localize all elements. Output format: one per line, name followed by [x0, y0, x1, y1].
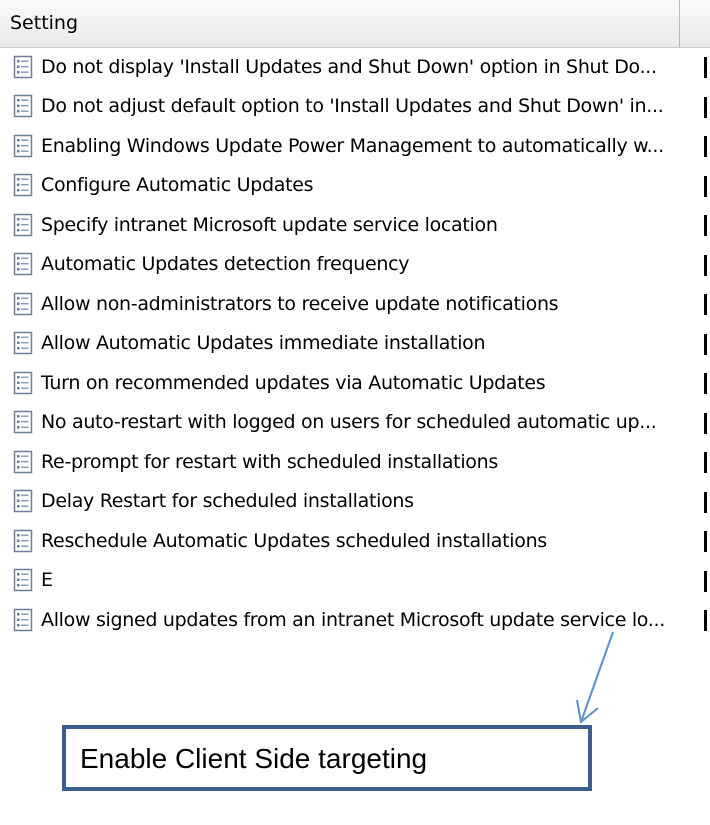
table-row[interactable]: Allow Automatic Updates immediate instal…: [0, 324, 710, 364]
table-row[interactable]: Enabling Windows Update Power Management…: [0, 126, 710, 166]
state-cell: [704, 452, 707, 473]
table-row[interactable]: No auto-restart with logged on users for…: [0, 403, 710, 443]
setting-label: Re-prompt for restart with scheduled ins…: [41, 450, 498, 473]
policy-setting-icon: [13, 174, 33, 197]
state-cell: [704, 215, 707, 236]
setting-label: Allow non-administrators to receive upda…: [41, 292, 559, 315]
setting-label: Turn on recommended updates via Automati…: [41, 371, 546, 394]
setting-label: Do not adjust default option to 'Install…: [41, 95, 664, 118]
table-row[interactable]: Configure Automatic Updates: [0, 166, 710, 206]
state-cell: [704, 175, 707, 197]
setting-label: Do not display 'Install Updates and Shut…: [41, 55, 657, 78]
policy-setting-icon: [13, 371, 33, 394]
policy-setting-icon: [13, 292, 33, 315]
policy-setting-icon: [13, 332, 33, 355]
table-row[interactable]: Do not adjust default option to 'Install…: [0, 87, 710, 127]
setting-label: No auto-restart with logged on users for…: [41, 411, 657, 434]
state-cell: [704, 373, 707, 394]
setting-label: Allow Automatic Updates immediate instal…: [41, 332, 486, 355]
table-row[interactable]: Allow signed updates from an intranet Mi…: [0, 600, 710, 640]
setting-label: Specify intranet Microsoft update servic…: [41, 213, 498, 236]
policy-setting-icon: [13, 95, 33, 118]
settings-list: Do not display 'Install Updates and Shut…: [0, 47, 710, 640]
state-cell: [704, 531, 707, 552]
table-row[interactable]: Re-prompt for restart with scheduled ins…: [0, 442, 710, 482]
policy-setting-icon: [13, 450, 33, 473]
state-cell: [704, 96, 707, 118]
table-row[interactable]: Do not display 'Install Updates and Shut…: [0, 47, 710, 87]
table-row[interactable]: Automatic Updates detection frequency: [0, 245, 710, 285]
policy-setting-icon: [13, 608, 33, 631]
policy-setting-icon: [13, 253, 33, 276]
setting-label: Configure Automatic Updates: [41, 174, 314, 197]
setting-label: E: [41, 569, 53, 592]
policy-setting-icon: [13, 411, 33, 434]
setting-label: Allow signed updates from an intranet Mi…: [41, 608, 666, 631]
setting-label: Automatic Updates detection frequency: [41, 253, 410, 276]
table-row[interactable]: Reschedule Automatic Updates scheduled i…: [0, 521, 710, 561]
state-cell: [704, 491, 707, 513]
policy-setting-icon: [13, 134, 33, 157]
table-row[interactable]: E: [0, 561, 710, 601]
column-header-state[interactable]: [680, 0, 710, 47]
state-cell: [704, 294, 707, 315]
table-row[interactable]: Allow non-administrators to receive upda…: [0, 284, 710, 324]
state-cell: [704, 610, 707, 631]
table-row[interactable]: Turn on recommended updates via Automati…: [0, 363, 710, 403]
state-cell: [704, 57, 707, 78]
policy-setting-icon: [13, 213, 33, 236]
setting-label: Reschedule Automatic Updates scheduled i…: [41, 529, 547, 552]
state-cell: [704, 570, 707, 592]
policy-setting-icon: [13, 569, 33, 592]
table-row[interactable]: Specify intranet Microsoft update servic…: [0, 205, 710, 245]
setting-label: Delay Restart for scheduled installation…: [41, 490, 414, 513]
table-row[interactable]: Delay Restart for scheduled installation…: [0, 482, 710, 522]
callout-text: Enable Client Side targeting: [80, 743, 428, 774]
column-header-bar: Setting: [0, 0, 710, 48]
state-cell: [704, 136, 707, 157]
callout-box: Enable Client Side targeting: [62, 725, 592, 791]
state-cell: [704, 254, 707, 276]
setting-label: Enabling Windows Update Power Management…: [41, 134, 664, 157]
policy-setting-icon: [13, 55, 33, 78]
column-header-setting[interactable]: Setting: [0, 0, 680, 47]
state-cell: [704, 333, 707, 355]
policy-setting-icon: [13, 490, 33, 513]
state-cell: [704, 412, 707, 434]
policy-setting-icon: [13, 529, 33, 552]
